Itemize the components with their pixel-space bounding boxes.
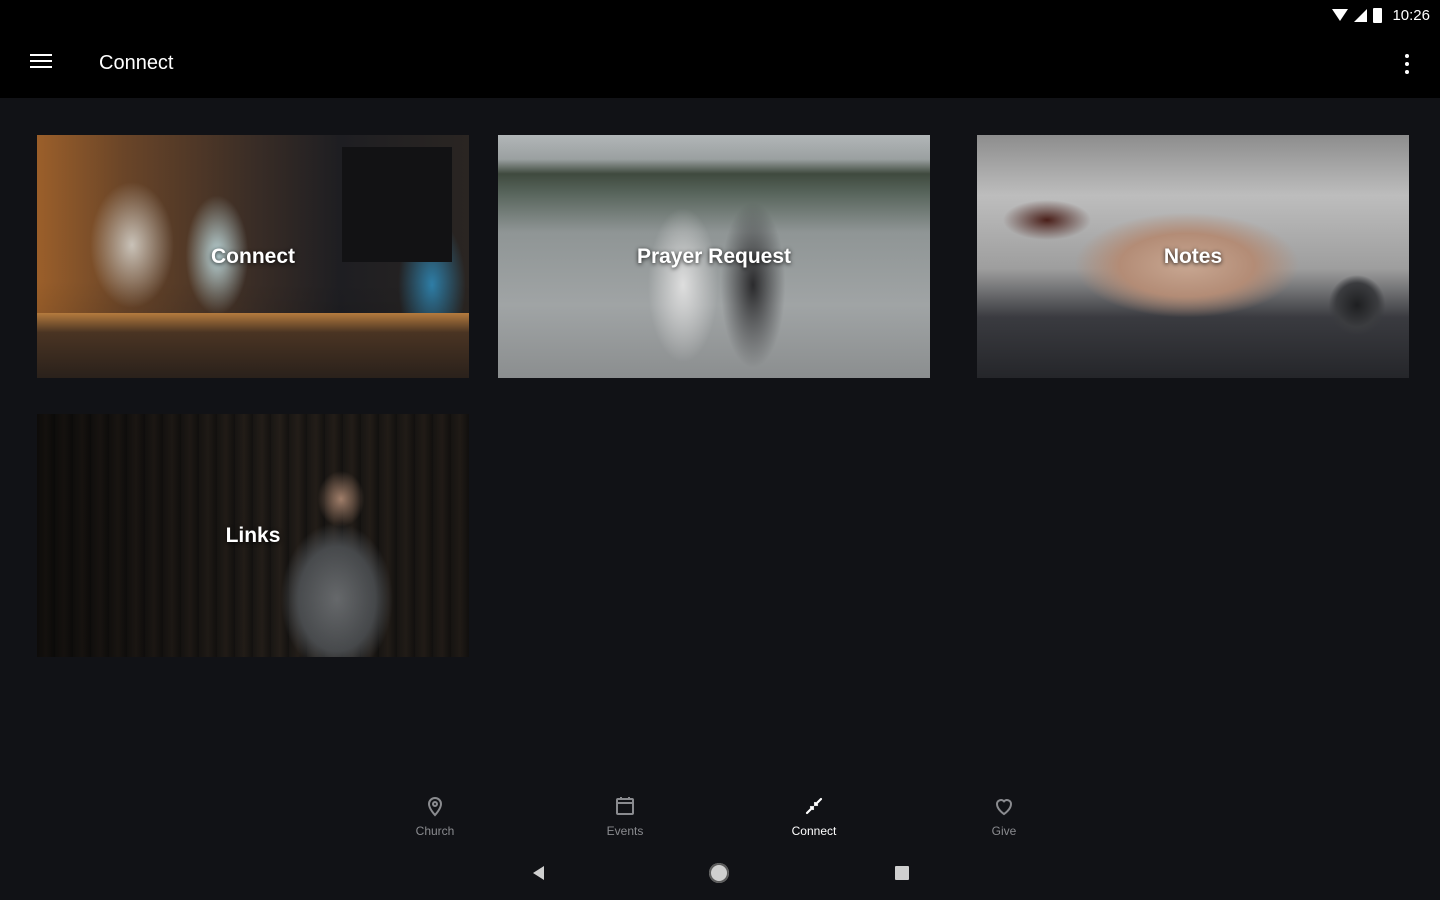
tile-label: Connect bbox=[211, 244, 295, 268]
tile-label: Notes bbox=[1163, 244, 1223, 268]
nav-label: Connect bbox=[791, 824, 837, 838]
location-pin-icon bbox=[427, 797, 443, 817]
status-bar: 10:26 bbox=[0, 0, 1440, 30]
bottom-navigation: Church Events Connect Give bbox=[0, 782, 1440, 842]
tile-connect[interactable]: Connect bbox=[37, 135, 469, 378]
recents-icon[interactable] bbox=[895, 866, 909, 880]
nav-item-church[interactable]: Church bbox=[390, 782, 480, 842]
tile-prayer-request[interactable]: Prayer Request bbox=[498, 135, 930, 378]
heart-icon bbox=[995, 799, 1013, 816]
connect-icon bbox=[805, 797, 823, 815]
back-icon[interactable] bbox=[533, 866, 544, 880]
nav-item-connect[interactable]: Connect bbox=[769, 782, 859, 842]
overflow-menu-icon[interactable] bbox=[1398, 52, 1416, 76]
nav-label: Church bbox=[415, 824, 455, 838]
cell-signal-icon bbox=[1354, 8, 1368, 22]
nav-label: Events bbox=[606, 824, 644, 838]
menu-icon[interactable] bbox=[30, 54, 52, 72]
app-bar: Connect bbox=[0, 30, 1440, 98]
system-navigation bbox=[0, 850, 1440, 900]
nav-item-events[interactable]: Events bbox=[580, 782, 670, 842]
nav-label: Give bbox=[991, 824, 1017, 838]
tile-label: Prayer Request bbox=[636, 244, 792, 268]
nav-item-give[interactable]: Give bbox=[959, 782, 1049, 842]
tile-label: Links bbox=[225, 523, 281, 547]
counter-image bbox=[37, 313, 469, 378]
tile-links[interactable]: Links bbox=[37, 414, 469, 657]
tile-notes[interactable]: Notes bbox=[977, 135, 1409, 378]
status-time: 10:26 bbox=[1392, 6, 1430, 24]
calendar-icon bbox=[616, 797, 634, 815]
welcome-sign-image bbox=[342, 147, 452, 262]
home-icon[interactable] bbox=[709, 863, 729, 883]
wifi-icon bbox=[1332, 9, 1349, 21]
page-title: Connect bbox=[99, 52, 174, 74]
battery-icon bbox=[1373, 7, 1383, 23]
